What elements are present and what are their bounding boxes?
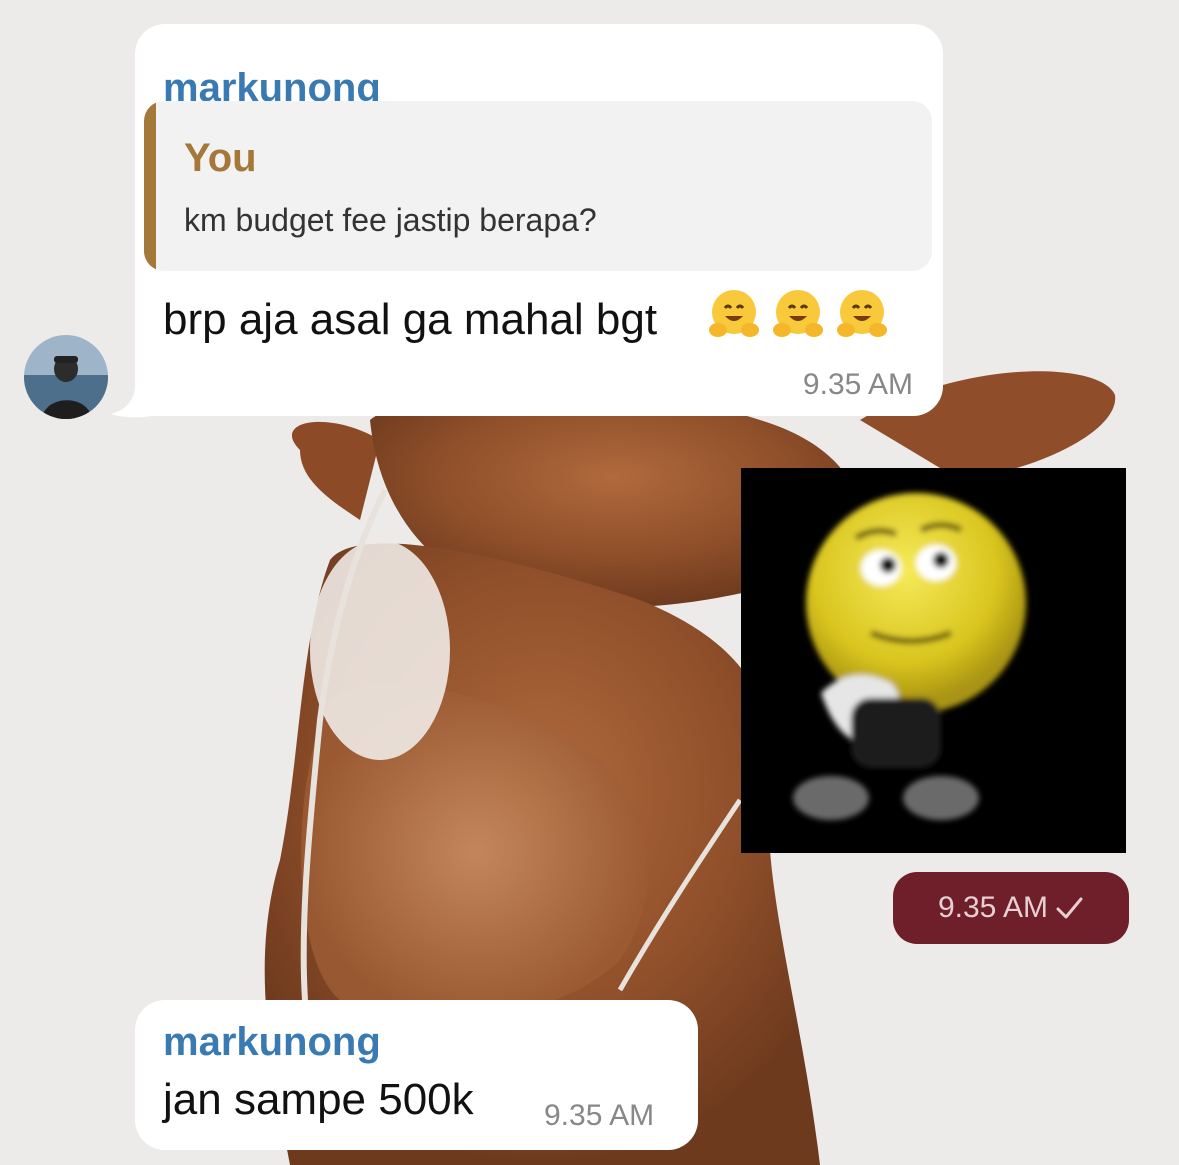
hugging-face-emoji-icon (773, 290, 823, 337)
reply-accent-bar (144, 101, 156, 271)
avatar[interactable] (24, 335, 108, 419)
outgoing-time-badge: 9.35 AM (893, 872, 1129, 944)
message-time: 9.35 AM (937, 891, 1049, 924)
reply-text: km budget fee jastip berapa? (184, 202, 597, 238)
bubble-tail (111, 388, 151, 418)
reply-author: You (184, 136, 257, 180)
hugging-face-emoji-icon (709, 290, 759, 337)
sticker-message[interactable] (741, 468, 1126, 853)
hugging-face-emoji-icon (837, 290, 887, 337)
user-avatar-icon (24, 335, 108, 419)
message-time: 9.35 AM (544, 1099, 655, 1132)
reply-quote[interactable]: You km budget fee jastip berapa? (144, 101, 932, 271)
incoming-message-bubble[interactable]: markunong You km budget fee jastip berap… (135, 24, 943, 416)
thinking-emoji-sticker-icon (793, 493, 1026, 820)
message-text: jan sampe 500k (163, 1075, 474, 1124)
incoming-message-bubble[interactable]: markunong jan sampe 500k 9.35 AM (135, 1000, 698, 1150)
message-time: 9.35 AM (802, 368, 913, 401)
check-icon (1056, 897, 1083, 919)
message-text: brp aja asal ga mahal bgt (163, 295, 658, 344)
sender-name[interactable]: markunong (163, 1022, 381, 1062)
emoji-group (706, 286, 890, 342)
